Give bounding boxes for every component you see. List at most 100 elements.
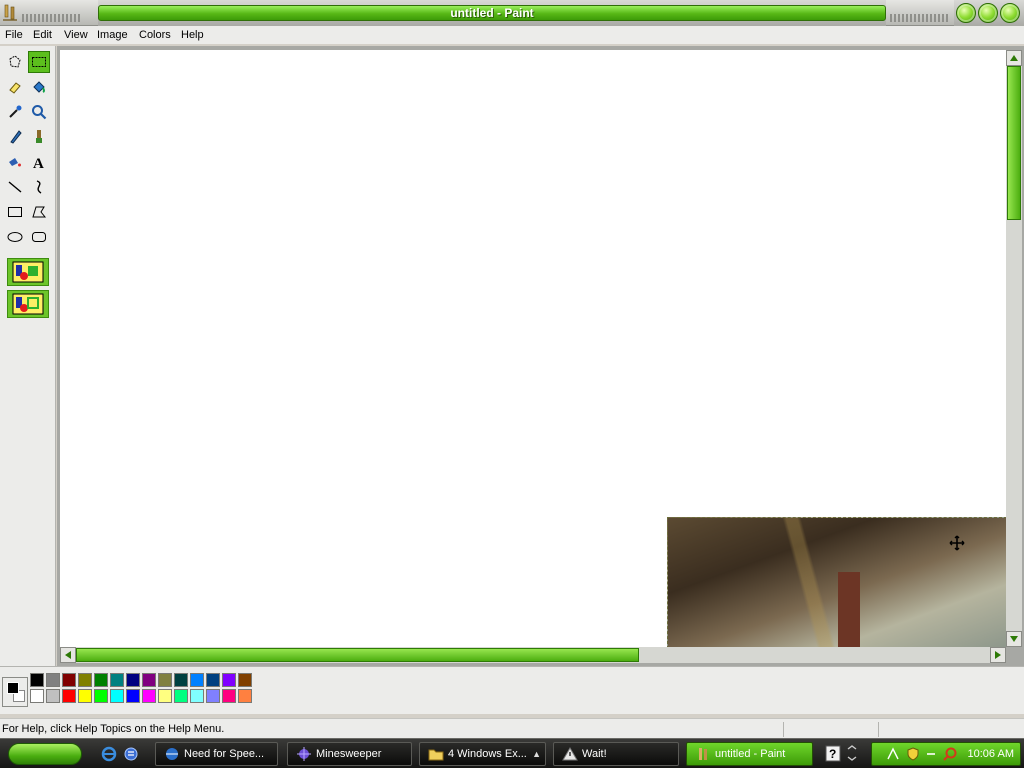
palette-swatch[interactable] [238, 689, 252, 703]
foreground-color-swatch [7, 682, 19, 694]
vertical-scrollbar[interactable] [1006, 50, 1022, 647]
palette-swatch[interactable] [62, 673, 76, 687]
minimize-button[interactable] [956, 3, 976, 23]
tool-magnifier[interactable] [28, 101, 50, 123]
taskbar-button-label: Wait! [582, 748, 607, 760]
palette-swatch[interactable] [206, 689, 220, 703]
curve-icon [36, 180, 42, 194]
palette-swatch[interactable] [46, 689, 60, 703]
taskbar-button-label: Minesweeper [316, 748, 382, 760]
rectangle-select-icon [32, 57, 46, 67]
tool-fill-with-color[interactable] [28, 76, 50, 98]
scroll-down-button[interactable] [1006, 631, 1022, 647]
security-shield-icon[interactable] [906, 747, 920, 761]
taskbar-button-label: Need for Spee... [184, 748, 265, 760]
palette-swatch[interactable] [62, 689, 76, 703]
palette-swatch[interactable] [142, 689, 156, 703]
taskbar-button-minesweeper[interactable]: Minesweeper [287, 742, 412, 766]
palette-swatch[interactable] [110, 673, 124, 687]
close-button[interactable] [1000, 3, 1020, 23]
start-button[interactable] [8, 743, 82, 765]
rounded-rectangle-icon [32, 232, 46, 242]
menu-file[interactable]: File [5, 28, 23, 42]
tool-curve[interactable] [28, 176, 50, 198]
ellipse-icon [7, 232, 23, 242]
scroll-left-button[interactable] [60, 647, 76, 663]
internet-explorer-icon[interactable] [100, 745, 118, 763]
horizontal-scrollbar[interactable] [60, 647, 1006, 663]
palette-swatch[interactable] [190, 673, 204, 687]
transparent-selection-icon [12, 293, 44, 315]
palette-swatch[interactable] [78, 689, 92, 703]
arrow-tray-icon[interactable] [926, 749, 936, 759]
taskbar-button-need-for-speed[interactable]: Need for Spee... [155, 742, 278, 766]
show-desktop-icon[interactable] [122, 745, 140, 763]
paint-icon [699, 748, 707, 760]
palette-swatch[interactable] [94, 673, 108, 687]
taskbar-button-label: untitled - Paint [715, 748, 786, 760]
horizontal-scroll-thumb[interactable] [76, 648, 639, 662]
polygon-icon [32, 206, 47, 218]
tool-pencil[interactable] [4, 126, 26, 148]
tool-line[interactable] [4, 176, 26, 198]
palette-swatch[interactable] [110, 689, 124, 703]
taskbar-button-paint[interactable]: untitled - Paint [686, 742, 813, 766]
palette-swatch[interactable] [222, 673, 236, 687]
palette-swatch[interactable] [158, 673, 172, 687]
paint-app-icon[interactable] [2, 4, 18, 22]
palette-swatch[interactable] [142, 673, 156, 687]
tool-rounded-rectangle[interactable] [28, 226, 50, 248]
tool-text[interactable]: A [28, 151, 50, 173]
move-cursor-icon [949, 535, 965, 551]
arrow-up-icon [1010, 55, 1018, 61]
menu-help[interactable]: Help [181, 28, 204, 42]
maximize-button[interactable] [978, 3, 998, 23]
tool-eraser[interactable] [4, 76, 26, 98]
status-size [878, 722, 1022, 737]
help-icon[interactable]: ? [822, 743, 862, 765]
tool-free-form-select[interactable] [4, 51, 26, 73]
menu-edit[interactable]: Edit [33, 28, 52, 42]
current-colors[interactable] [2, 677, 28, 707]
taskbar-button-wait[interactable]: Wait! [553, 742, 679, 766]
folder-icon [428, 749, 444, 761]
palette-swatch[interactable] [126, 673, 140, 687]
network-icon[interactable] [886, 747, 900, 761]
scroll-up-button[interactable] [1006, 50, 1022, 66]
title-bar-right-cap [886, 0, 954, 26]
menu-view[interactable]: View [64, 28, 88, 42]
palette-swatch[interactable] [222, 689, 236, 703]
tool-brush[interactable] [28, 126, 50, 148]
tool-polygon[interactable] [28, 201, 50, 223]
palette-swatch[interactable] [158, 689, 172, 703]
tool-rectangle[interactable] [4, 201, 26, 223]
tool-ellipse[interactable] [4, 226, 26, 248]
tool-select[interactable] [28, 51, 50, 73]
palette-swatch[interactable] [78, 673, 92, 687]
palette-swatch[interactable] [126, 689, 140, 703]
taskbar-button-windows-explorer[interactable]: 4 Windows Ex... ▲ [419, 742, 546, 766]
palette-swatch[interactable] [190, 689, 204, 703]
svg-text:?: ? [829, 747, 836, 761]
svg-text:A: A [33, 156, 44, 170]
palette-swatch[interactable] [206, 673, 220, 687]
scroll-right-button[interactable] [990, 647, 1006, 663]
eraser-icon [9, 82, 21, 94]
drawing-canvas[interactable] [60, 50, 1006, 647]
palette-swatch[interactable] [174, 689, 188, 703]
search-icon[interactable] [942, 746, 958, 762]
vertical-scroll-thumb[interactable] [1007, 66, 1021, 220]
menu-colors[interactable]: Colors [139, 28, 171, 42]
title-bar[interactable]: untitled - Paint [0, 0, 1024, 26]
palette-swatch[interactable] [46, 673, 60, 687]
palette-swatch[interactable] [94, 689, 108, 703]
tool-airbrush[interactable] [4, 151, 26, 173]
palette-swatch[interactable] [30, 689, 44, 703]
tool-pick-color[interactable] [4, 101, 26, 123]
palette-swatch[interactable] [30, 673, 44, 687]
menu-image[interactable]: Image [97, 28, 128, 42]
option-transparent-selection[interactable] [7, 290, 49, 318]
palette-swatch[interactable] [238, 673, 252, 687]
palette-swatch[interactable] [174, 673, 188, 687]
option-opaque-selection[interactable] [7, 258, 49, 286]
